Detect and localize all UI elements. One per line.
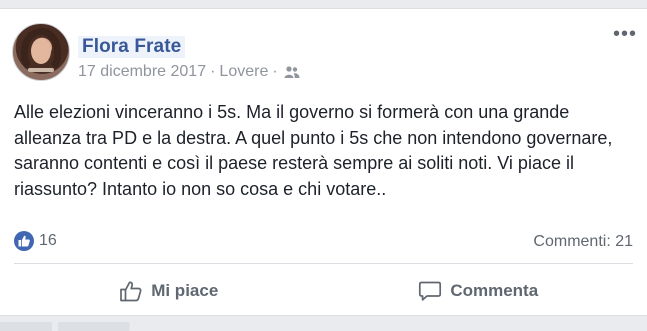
more-options-button[interactable]: •••: [613, 24, 637, 44]
like-reaction-icon[interactable]: [14, 231, 34, 251]
next-post-edge: [0, 322, 647, 331]
like-count[interactable]: 16: [39, 232, 57, 250]
avatar-face: [31, 38, 51, 64]
post-stats: 16 Commenti: 21: [14, 231, 633, 253]
avatar-caption: [28, 68, 54, 72]
like-button-label: Mi piace: [151, 281, 219, 300]
author-avatar[interactable]: [12, 23, 70, 81]
comment-button-label: Commenta: [450, 281, 539, 300]
post-actions: Mi piace Commenta: [14, 267, 633, 315]
post-location[interactable]: Lovere: [219, 63, 268, 81]
meta-separator: ·: [210, 63, 216, 80]
post-text: Alle elezioni vinceranno i 5s. Ma il gov…: [14, 102, 613, 199]
thumbs-up-icon: [120, 281, 142, 302]
action-divider: [14, 263, 633, 264]
post-card: Flora Frate 17 dicembre 2017 · Lovere · …: [0, 8, 647, 316]
author-name[interactable]: Flora Frate: [78, 36, 186, 58]
comment-icon: [419, 281, 442, 301]
like-button[interactable]: Mi piace: [14, 267, 324, 315]
post-date[interactable]: 17 dicembre 2017: [78, 63, 206, 81]
comments-count[interactable]: Commenti: 21: [533, 233, 633, 251]
comment-button[interactable]: Commenta: [324, 267, 634, 315]
friends-icon[interactable]: [284, 65, 300, 79]
meta-separator-2: ·: [272, 63, 278, 80]
post-meta: 17 dicembre 2017 · Lovere ·: [78, 63, 300, 81]
